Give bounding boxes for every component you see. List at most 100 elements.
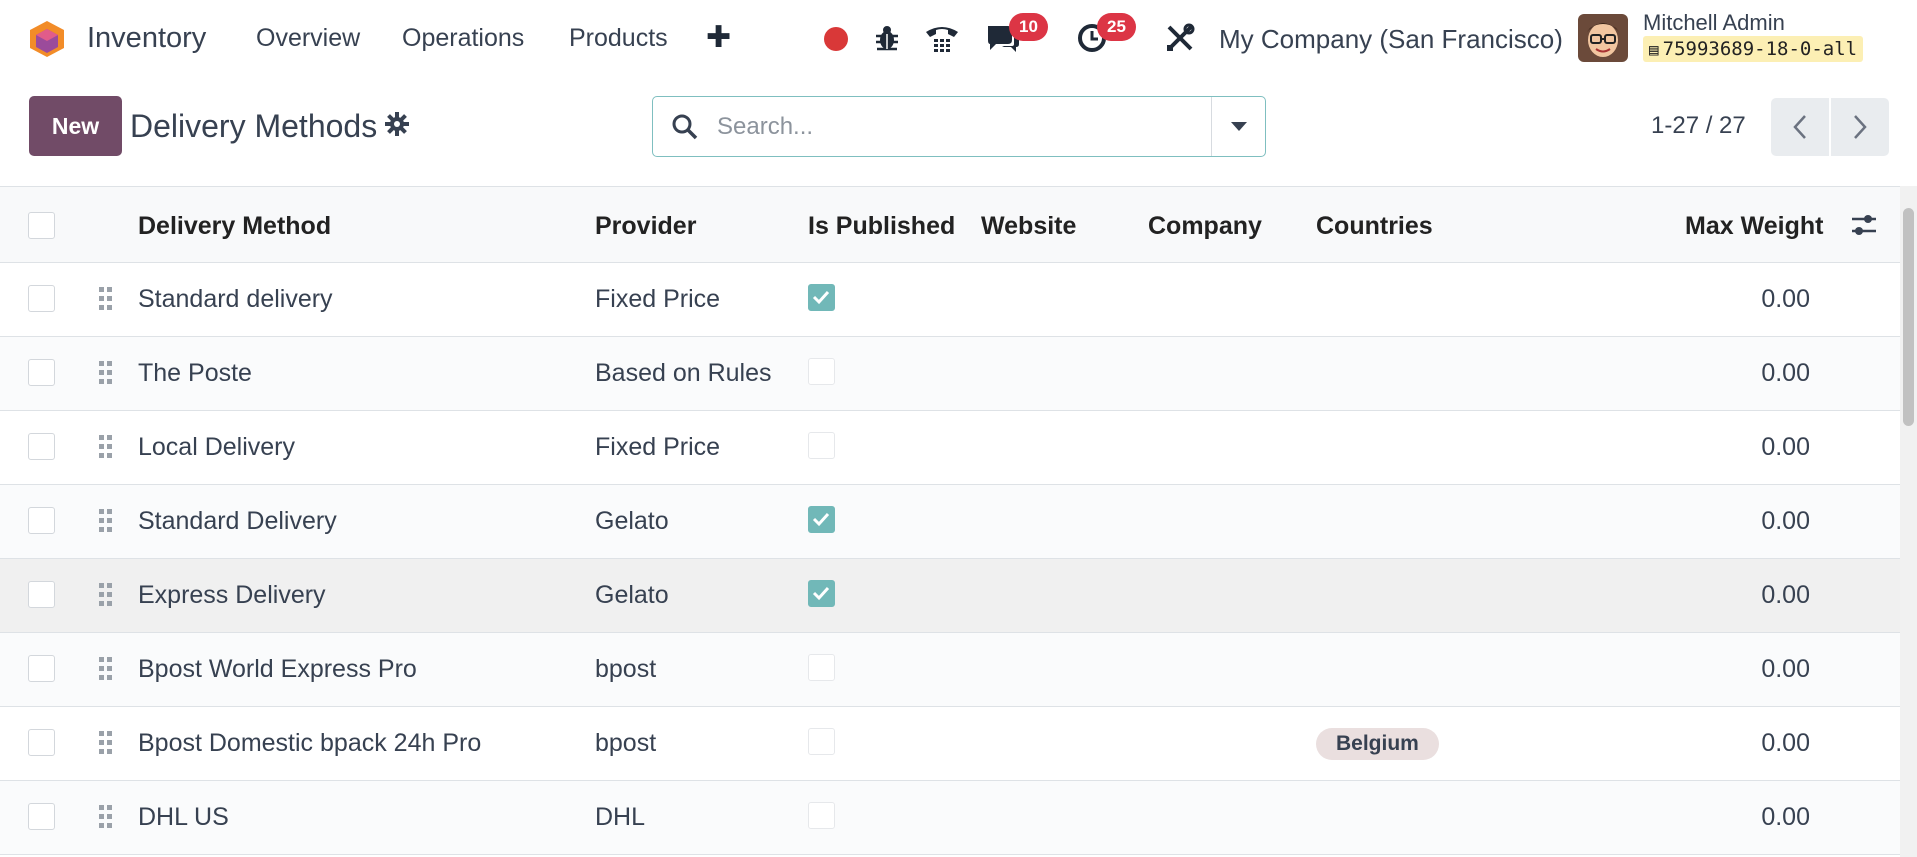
cell-max-weight: 0.00: [1761, 285, 1810, 313]
plus-icon[interactable]: ✚: [706, 20, 731, 55]
drag-handle-icon[interactable]: [98, 655, 114, 683]
column-settings-icon[interactable]: [1850, 213, 1878, 242]
bug-icon[interactable]: [872, 22, 902, 54]
menu-products[interactable]: Products: [569, 24, 668, 53]
gear-icon[interactable]: [385, 112, 409, 141]
avatar[interactable]: [1578, 14, 1628, 62]
table-row[interactable]: Express Delivery Gelato 0.00: [0, 559, 1900, 633]
cell-provider: Fixed Price: [595, 433, 721, 461]
chevron-right-icon: [1854, 115, 1867, 139]
check-icon: [812, 586, 830, 601]
row-select-checkbox[interactable]: [28, 655, 55, 682]
header-is-published[interactable]: Is Published: [808, 212, 955, 241]
drag-handle-icon[interactable]: [98, 507, 114, 535]
cell-delivery-method: DHL US: [138, 803, 229, 831]
drag-handle-icon[interactable]: [98, 803, 114, 831]
pager-previous-button[interactable]: [1771, 98, 1829, 156]
is-published-checkbox: [808, 358, 835, 385]
pager-value[interactable]: 1-27 / 27: [1651, 112, 1746, 140]
table-row[interactable]: Bpost World Express Pro bpost 0.00: [0, 633, 1900, 707]
scrollbar[interactable]: [1900, 186, 1917, 857]
activities-count-badge: 25: [1097, 13, 1136, 41]
scrollbar-thumb[interactable]: [1903, 208, 1914, 426]
cell-delivery-method: Bpost World Express Pro: [138, 655, 417, 683]
cell-max-weight: 0.00: [1761, 803, 1810, 831]
select-all-checkbox[interactable]: [28, 212, 55, 239]
cell-provider: DHL: [595, 803, 646, 831]
database-icon: ▤: [1649, 39, 1659, 59]
table-row[interactable]: The Poste Based on Rules 0.00: [0, 337, 1900, 411]
drag-handle-icon[interactable]: [98, 729, 114, 757]
user-name[interactable]: Mitchell Admin: [1643, 10, 1785, 36]
caret-down-icon: [1230, 121, 1247, 131]
cell-provider: Based on Rules: [595, 359, 772, 387]
new-button[interactable]: New: [29, 96, 122, 156]
search-input[interactable]: [717, 97, 1211, 156]
search-icon: [653, 97, 717, 156]
top-navbar: Inventory Overview Operations Products ✚: [0, 0, 1917, 78]
app-name[interactable]: Inventory: [87, 22, 206, 55]
cell-max-weight: 0.00: [1761, 433, 1810, 461]
row-select-checkbox[interactable]: [28, 729, 55, 756]
table-row[interactable]: DHL US DHL 0.00: [0, 781, 1900, 855]
header-company[interactable]: Company: [1148, 212, 1262, 241]
cell-provider: Gelato: [595, 581, 669, 609]
cell-max-weight: 0.00: [1761, 359, 1810, 387]
cell-delivery-method: Standard Delivery: [138, 507, 337, 535]
table-row[interactable]: Bpost Domestic bpack 24h Pro bpost Belgium…: [0, 707, 1900, 781]
cell-max-weight: 0.00: [1761, 655, 1810, 683]
tools-icon[interactable]: [1163, 22, 1197, 54]
menu-operations[interactable]: Operations: [402, 24, 524, 53]
header-max-weight[interactable]: Max Weight: [1685, 212, 1823, 241]
cell-max-weight: 0.00: [1761, 581, 1810, 609]
record-icon[interactable]: [824, 27, 848, 51]
drag-handle-icon[interactable]: [98, 285, 114, 313]
search-options-toggle[interactable]: [1211, 97, 1265, 156]
is-published-checkbox: [808, 432, 835, 459]
database-badge: ▤ 75993689-18-0-all: [1643, 36, 1864, 62]
is-published-checkbox: [808, 654, 835, 681]
row-select-checkbox[interactable]: [28, 507, 55, 534]
chevron-left-icon: [1793, 115, 1806, 139]
row-select-checkbox[interactable]: [28, 803, 55, 830]
search-bar: [652, 96, 1266, 157]
is-published-checkbox: [808, 802, 835, 829]
cell-delivery-method: The Poste: [138, 359, 252, 387]
is-published-checkbox: [808, 580, 835, 607]
table-row[interactable]: Standard Delivery Gelato 0.00: [0, 485, 1900, 559]
header-delivery-method[interactable]: Delivery Method: [138, 212, 331, 241]
menu-overview[interactable]: Overview: [256, 24, 360, 53]
cell-max-weight: 0.00: [1761, 507, 1810, 535]
table-row[interactable]: Standard delivery Fixed Price 0.00: [0, 263, 1900, 337]
page-title: Delivery Methods: [130, 108, 378, 144]
cell-delivery-method: Bpost Domestic bpack 24h Pro: [138, 729, 482, 757]
is-published-checkbox: [808, 728, 835, 755]
row-select-checkbox[interactable]: [28, 359, 55, 386]
header-provider[interactable]: Provider: [595, 212, 696, 241]
cell-delivery-method: Local Delivery: [138, 433, 296, 461]
drag-handle-icon[interactable]: [98, 359, 114, 387]
table-header: Delivery Method Provider Is Published We…: [0, 187, 1900, 263]
pager-next-button[interactable]: [1831, 98, 1889, 156]
cell-max-weight: 0.00: [1761, 729, 1810, 757]
drag-handle-icon[interactable]: [98, 433, 114, 461]
is-published-checkbox: [808, 284, 835, 311]
cell-delivery-method: Standard delivery: [138, 285, 333, 313]
cell-provider: bpost: [595, 655, 657, 683]
row-select-checkbox[interactable]: [28, 285, 55, 312]
messages-count-badge: 10: [1009, 13, 1048, 41]
row-select-checkbox[interactable]: [28, 433, 55, 460]
header-countries[interactable]: Countries: [1316, 212, 1433, 241]
header-website[interactable]: Website: [981, 212, 1076, 241]
cell-delivery-method: Express Delivery: [138, 581, 326, 609]
row-select-checkbox[interactable]: [28, 581, 55, 608]
phone-icon[interactable]: [922, 22, 962, 54]
company-switcher[interactable]: My Company (San Francisco): [1219, 24, 1563, 55]
database-name: 75993689-18-0-all: [1662, 38, 1858, 60]
odoo-logo-icon[interactable]: [28, 19, 66, 59]
table-row[interactable]: Local Delivery Fixed Price 0.00: [0, 411, 1900, 485]
is-published-checkbox: [808, 506, 835, 533]
check-icon: [812, 512, 830, 527]
drag-handle-icon[interactable]: [98, 581, 114, 609]
cell-provider: Fixed Price: [595, 285, 721, 313]
